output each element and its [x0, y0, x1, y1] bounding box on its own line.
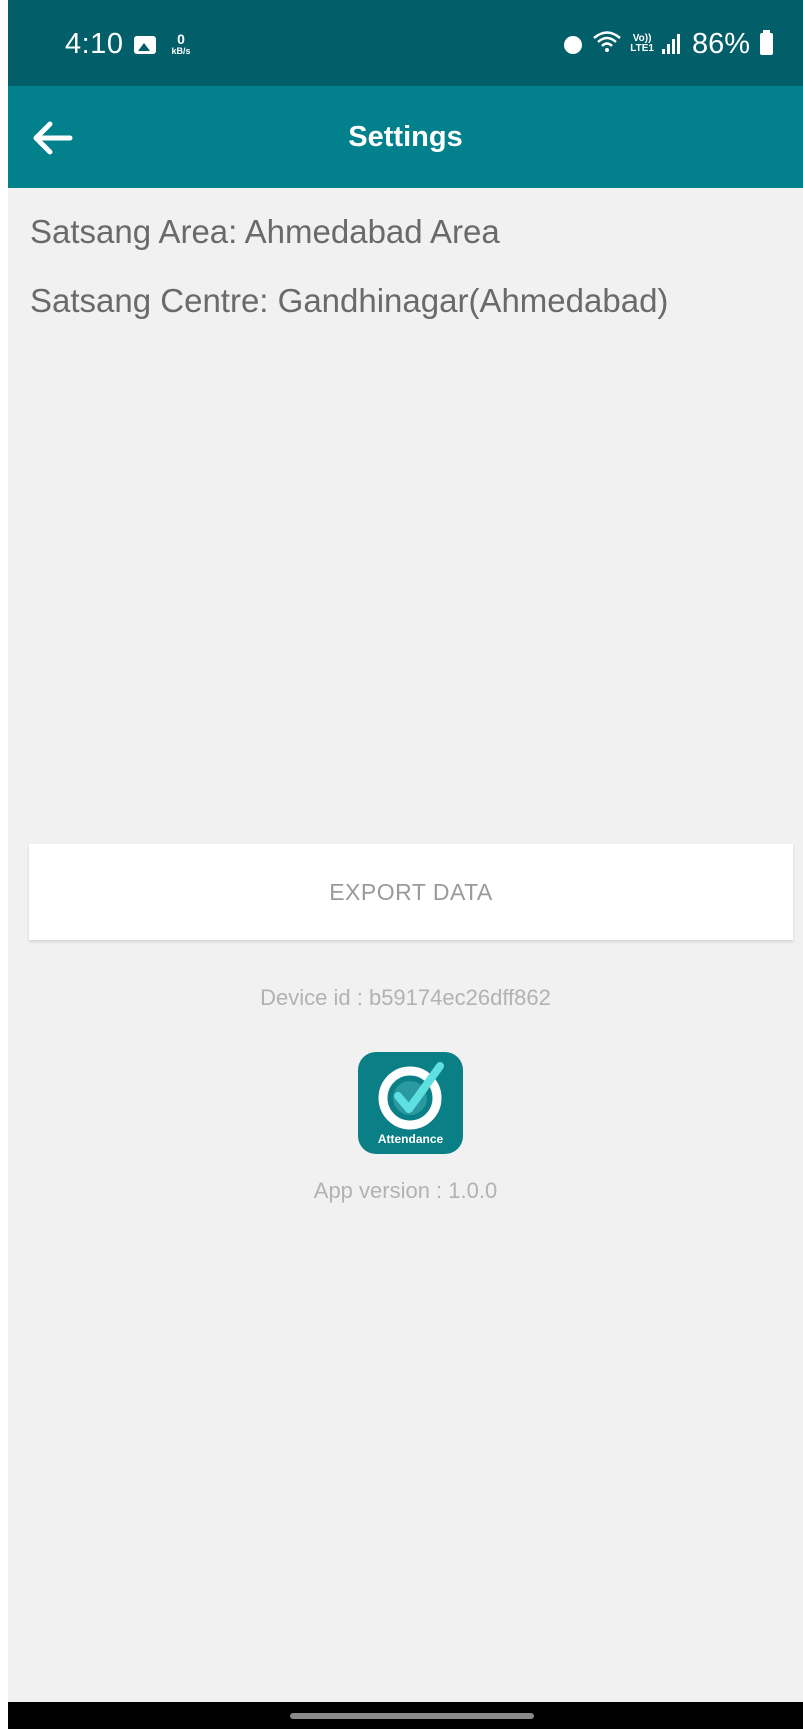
- network-speed: 0 kB/s: [168, 32, 194, 56]
- volte-bottom: LTE1: [630, 43, 654, 54]
- gallery-icon: [134, 36, 156, 54]
- volte-icon: Vo)) LTE1: [630, 34, 654, 54]
- home-indicator[interactable]: [290, 1713, 534, 1719]
- network-speed-unit: kB/s: [171, 46, 191, 56]
- satsang-centre: Satsang Centre: Gandhinagar(Ahmedabad): [30, 282, 669, 319]
- network-speed-value: 0: [177, 31, 185, 47]
- wifi-icon: [592, 28, 622, 61]
- settings-screen: 4:10 0 kB/s Vo)) LTE1 86% Settings Satsa…: [8, 0, 803, 1729]
- logo-text: Attendance: [377, 1132, 444, 1146]
- status-bar: 4:10 0 kB/s Vo)) LTE1 86%: [8, 0, 803, 86]
- navigation-bar: [8, 1702, 803, 1729]
- satsang-area: Satsang Area: Ahmedabad Area: [30, 213, 500, 250]
- status-time: 4:10: [65, 28, 124, 60]
- status-icons: Vo)) LTE1 86%: [562, 26, 773, 62]
- device-id: Device id : b59174ec26dff862: [260, 985, 551, 1010]
- signal-icon: [661, 34, 684, 54]
- export-data-button[interactable]: EXPORT DATA: [29, 844, 793, 940]
- battery-icon: [760, 30, 773, 55]
- app-bar: Settings: [8, 86, 803, 188]
- alarm-icon: [562, 33, 584, 55]
- page-title: Settings: [348, 121, 463, 153]
- app-version: App version : 1.0.0: [313, 1178, 498, 1203]
- app-logo: Attendance: [358, 1052, 463, 1154]
- battery-percent: 86%: [691, 27, 750, 60]
